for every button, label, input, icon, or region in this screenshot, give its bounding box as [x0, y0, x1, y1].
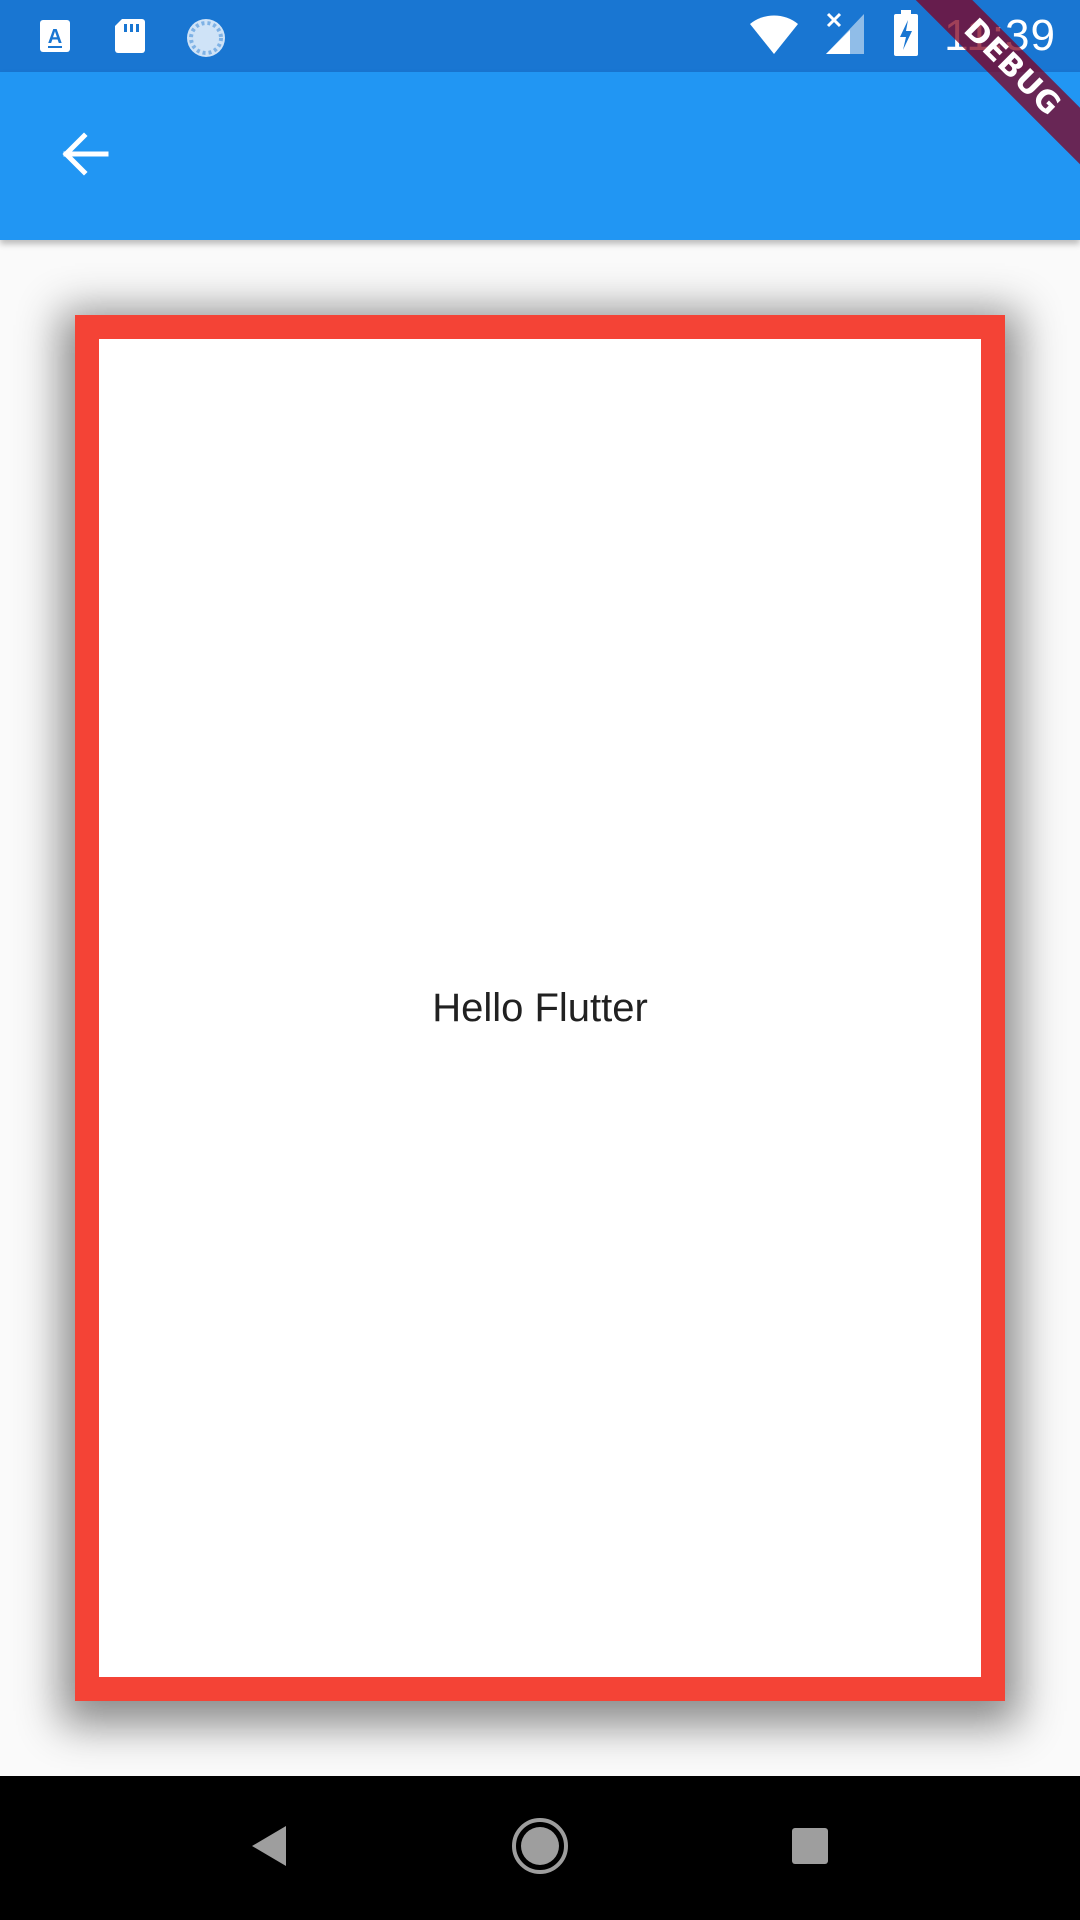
- cellular-no-signal-icon: [824, 10, 868, 63]
- status-bar-left: A: [36, 12, 225, 60]
- status-bar: A 11:39: [0, 0, 1080, 72]
- sd-card-icon: [110, 16, 150, 56]
- navigation-bar: [0, 1776, 1080, 1920]
- nav-back-button[interactable]: [234, 1812, 306, 1884]
- nav-home-button[interactable]: [504, 1812, 576, 1884]
- nav-recent-icon: [790, 1826, 830, 1871]
- sync-icon: [184, 16, 225, 57]
- card-frame: Hello Flutter: [75, 315, 1005, 1701]
- card-text: Hello Flutter: [432, 985, 648, 1030]
- arrow-back-icon: [56, 126, 112, 187]
- app-bar: [0, 72, 1080, 240]
- battery-charging-icon: [892, 9, 920, 63]
- nav-recent-button[interactable]: [774, 1812, 846, 1884]
- status-bar-right: 11:39: [748, 9, 1056, 63]
- card-content: Hello Flutter: [99, 339, 981, 1677]
- a-notification-icon: A: [36, 16, 76, 56]
- nav-back-icon: [248, 1822, 292, 1875]
- svg-text:A: A: [48, 26, 62, 48]
- nav-home-icon: [510, 1816, 570, 1881]
- back-button[interactable]: [36, 108, 132, 204]
- wifi-icon: [748, 12, 800, 61]
- status-clock: 11:39: [944, 11, 1056, 60]
